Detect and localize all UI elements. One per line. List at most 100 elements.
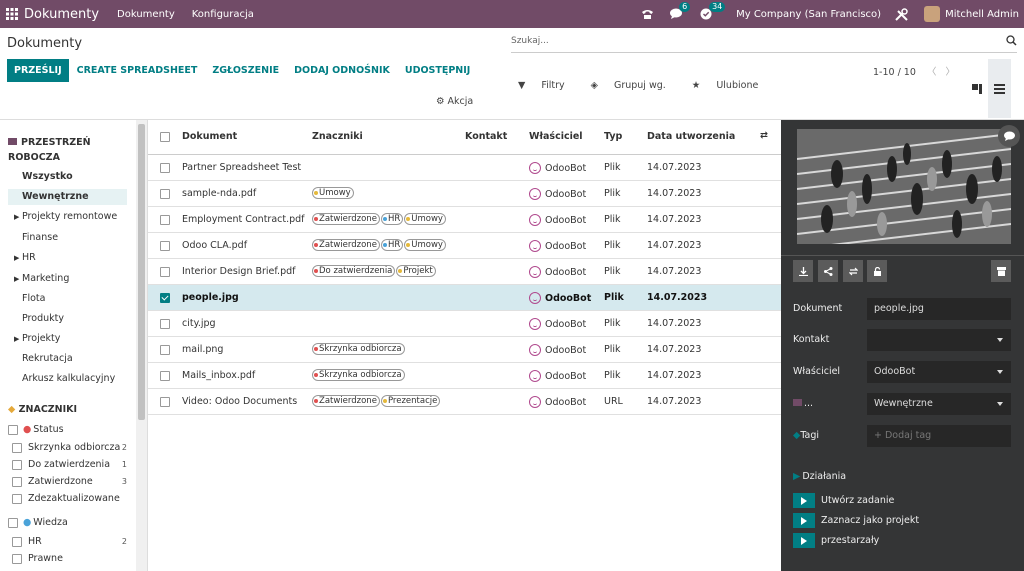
- row-checkbox[interactable]: [160, 163, 170, 173]
- row-checkbox[interactable]: [160, 267, 170, 277]
- kanban-view-button[interactable]: [965, 59, 988, 118]
- chatter-toggle-icon[interactable]: [998, 125, 1020, 147]
- tag-hr[interactable]: HR 2: [12, 536, 127, 547]
- table-row[interactable]: sample-nda.pdf Umowy OdooBot Plik 14.07.2023: [148, 181, 781, 207]
- checkbox[interactable]: [12, 536, 22, 547]
- contact-select[interactable]: [867, 329, 1011, 351]
- tag-inbox[interactable]: Skrzynka odbiorcza 2: [12, 442, 127, 453]
- caret-right-icon[interactable]: ▶: [14, 275, 19, 283]
- folder-all[interactable]: Wszystko: [22, 171, 73, 182]
- download-icon[interactable]: [793, 260, 813, 282]
- folder-marketing[interactable]: Marketing: [22, 273, 69, 284]
- tag-to-approve[interactable]: Do zatwierdzenia 1: [12, 459, 127, 470]
- play-icon[interactable]: [793, 513, 815, 528]
- folder-projects[interactable]: Projekty: [22, 333, 60, 344]
- lock-icon[interactable]: [867, 260, 887, 282]
- caret-right-icon[interactable]: ▶: [14, 213, 19, 221]
- row-checkbox[interactable]: [160, 397, 170, 407]
- phone-icon[interactable]: [641, 9, 654, 20]
- checkbox[interactable]: [12, 459, 22, 470]
- user-name[interactable]: Mitchell Admin: [945, 9, 1019, 20]
- add-link-button[interactable]: DODAJ ODNOŚNIK: [294, 65, 390, 76]
- replace-icon[interactable]: [843, 260, 863, 282]
- action-create-task[interactable]: Utwórz zadanie: [793, 493, 894, 508]
- owner-select[interactable]: OdooBot: [867, 361, 1011, 383]
- col-tags[interactable]: Znaczniki: [312, 131, 363, 142]
- table-row[interactable]: Interior Design Brief.pdf Do zatwierdzeni…: [148, 259, 781, 285]
- tag-deprecated[interactable]: Zdezaktualizowane: [12, 493, 127, 504]
- upload-button[interactable]: PRZEŚLIJ: [7, 59, 69, 82]
- folder-internal[interactable]: Wewnętrzne: [8, 189, 127, 205]
- checkbox[interactable]: [12, 442, 22, 453]
- archive-icon[interactable]: [991, 260, 1011, 282]
- request-button[interactable]: ZGŁOSZENIE: [212, 65, 279, 76]
- action-mark-as-project[interactable]: Zaznacz jako projekt: [793, 513, 919, 528]
- debug-tools-icon[interactable]: [895, 7, 908, 21]
- create-spreadsheet-button[interactable]: CREATE SPREADSHEET: [77, 65, 198, 76]
- play-icon[interactable]: [793, 493, 815, 508]
- table-row[interactable]: Video: Odoo Documents Zatwierdzone Prezent…: [148, 389, 781, 415]
- table-row[interactable]: people.jpg OdooBot Plik 14.07.2023: [148, 285, 781, 311]
- table-row[interactable]: Partner Spreadsheet Test OdooBot Plik 14.07…: [148, 155, 781, 181]
- select-all-checkbox[interactable]: [160, 132, 170, 142]
- filters-button[interactable]: ▼ Filtry: [518, 80, 578, 91]
- row-checkbox[interactable]: [160, 293, 170, 303]
- play-icon[interactable]: [793, 533, 815, 548]
- table-row[interactable]: Odoo CLA.pdf Zatwierdzone HR Umowy OdooBot Pl…: [148, 233, 781, 259]
- folder-fleet[interactable]: Flota: [22, 293, 45, 304]
- col-owner[interactable]: Właściciel: [529, 131, 583, 142]
- tag-approved[interactable]: Zatwierdzone 3: [12, 476, 127, 487]
- folder-products[interactable]: Produkty: [22, 313, 64, 324]
- share-icon[interactable]: [818, 260, 838, 282]
- tag-legal[interactable]: Prawne: [12, 553, 127, 564]
- folder-finance[interactable]: Finanse: [22, 232, 58, 243]
- actions-header[interactable]: ▶ Działania: [793, 471, 846, 482]
- app-title[interactable]: Dokumenty: [24, 7, 99, 22]
- table-row[interactable]: Mails_inbox.pdf Skrzynka odbiorcza OdooBot…: [148, 363, 781, 389]
- tag-group-knowledge[interactable]: ● Wiedza: [8, 517, 128, 528]
- col-created-date[interactable]: Data utworzenia: [647, 131, 735, 142]
- tag-group-status[interactable]: ● Status: [8, 424, 128, 435]
- checkbox[interactable]: [12, 553, 22, 564]
- app-menu-icon[interactable]: [0, 0, 24, 28]
- share-button[interactable]: UDOSTĘPNIJ: [405, 65, 470, 76]
- col-type[interactable]: Typ: [604, 131, 622, 142]
- pager-value[interactable]: 1-10 / 10: [873, 67, 916, 78]
- table-row[interactable]: mail.png Skrzynka odbiorcza OdooBot Plik 14.…: [148, 337, 781, 363]
- search-input[interactable]: Szukaj...: [511, 34, 1017, 53]
- optional-columns-icon[interactable]: ⇄: [760, 130, 768, 141]
- user-avatar[interactable]: [924, 6, 941, 22]
- document-name-input[interactable]: people.jpg: [867, 298, 1011, 320]
- favorites-button[interactable]: ★ Ulubione: [692, 80, 772, 91]
- checkbox[interactable]: [12, 493, 22, 504]
- activity-icon[interactable]: 34: [700, 2, 726, 20]
- group-by-button[interactable]: ◈ Grupuj wg.: [591, 80, 679, 91]
- list-view-button[interactable]: [988, 59, 1011, 118]
- row-checkbox[interactable]: [160, 241, 170, 251]
- folder-renovation-projects[interactable]: Projekty remontowe: [22, 211, 117, 222]
- row-checkbox[interactable]: [160, 319, 170, 329]
- pager-next-icon[interactable]: 〉: [945, 67, 955, 78]
- row-checkbox[interactable]: [160, 371, 170, 381]
- caret-right-icon[interactable]: ▶: [14, 335, 19, 343]
- company-switcher[interactable]: My Company (San Francisco): [736, 9, 881, 20]
- row-checkbox[interactable]: [160, 189, 170, 199]
- action-deprecate[interactable]: przestarzały: [793, 533, 879, 548]
- menu-configuration[interactable]: Konfiguracja: [192, 9, 254, 20]
- table-row[interactable]: city.jpg OdooBot Plik 14.07.2023: [148, 311, 781, 337]
- row-checkbox[interactable]: [160, 345, 170, 355]
- menu-documents[interactable]: Dokumenty: [117, 9, 175, 20]
- sidebar-scrollbar[interactable]: [136, 120, 147, 571]
- chat-icon[interactable]: 6: [670, 2, 691, 20]
- row-checkbox[interactable]: [160, 215, 170, 225]
- col-document[interactable]: Dokument: [182, 131, 237, 142]
- tags-input[interactable]: + Dodaj tag: [867, 425, 1011, 447]
- checkbox[interactable]: [8, 424, 18, 435]
- table-row[interactable]: Employment Contract.pdf Zatwierdzone HR Umo…: [148, 207, 781, 233]
- checkbox[interactable]: [8, 517, 18, 528]
- pager-previous-icon[interactable]: 〈: [927, 67, 937, 78]
- scrollbar-thumb[interactable]: [138, 124, 145, 420]
- caret-right-icon[interactable]: ▶: [14, 254, 19, 262]
- checkbox[interactable]: [12, 476, 22, 487]
- folder-spreadsheet[interactable]: Arkusz kalkulacyjny: [22, 373, 115, 384]
